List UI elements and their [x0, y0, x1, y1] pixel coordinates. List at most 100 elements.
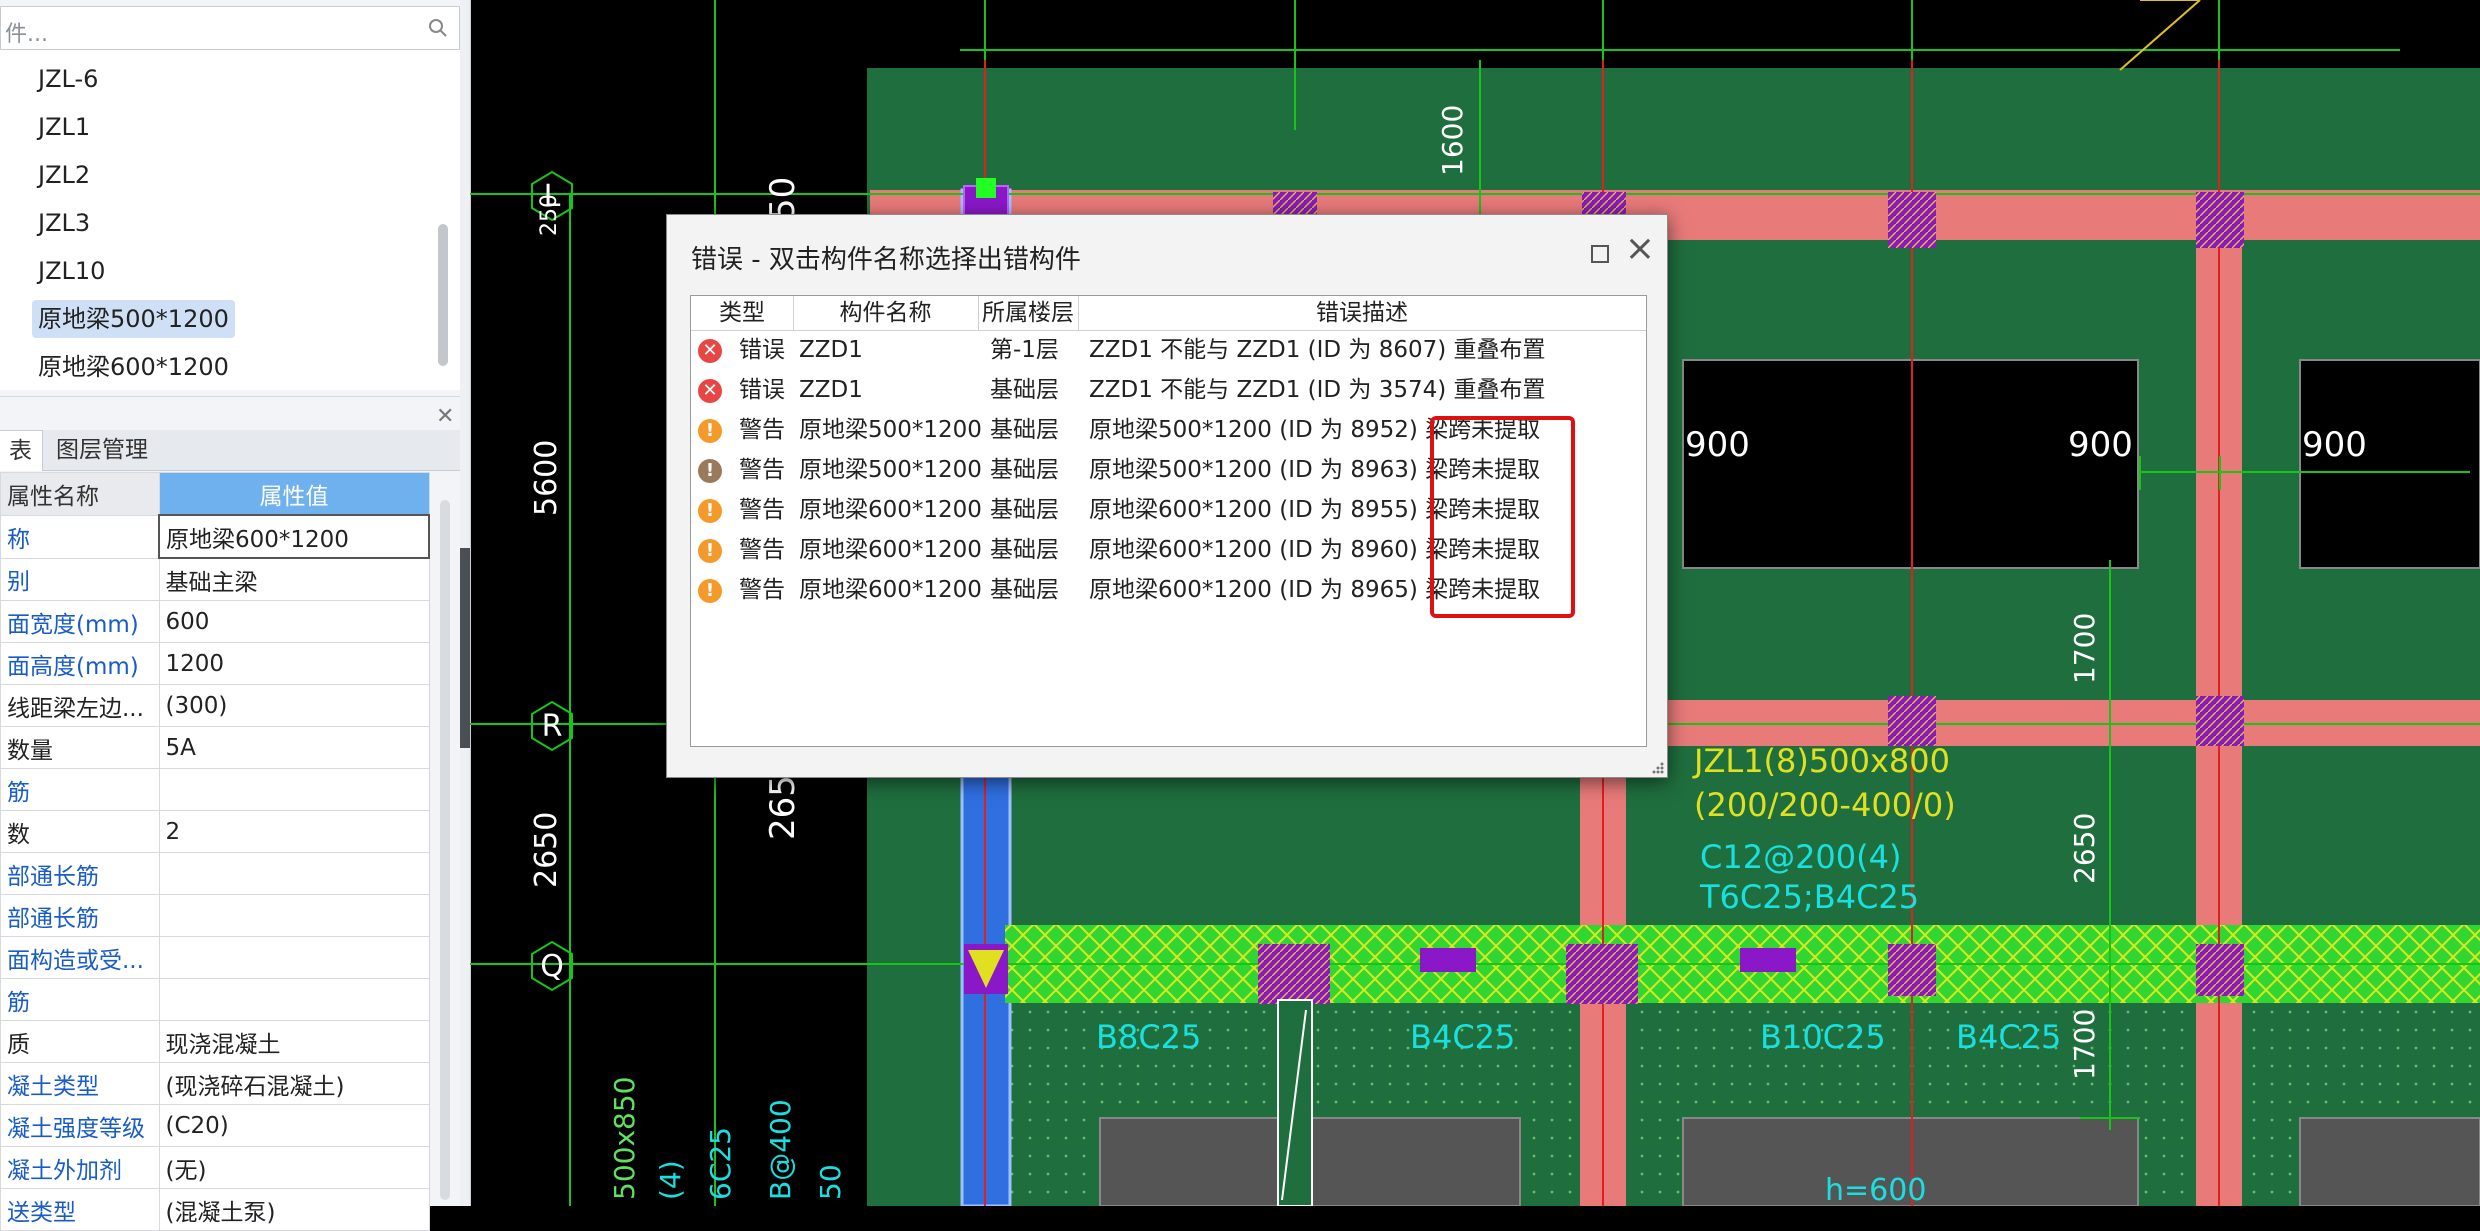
- prop-value[interactable]: [158, 978, 430, 1021]
- close-icon[interactable]: ✕: [436, 404, 454, 429]
- prop-name: 筋: [0, 768, 160, 811]
- rebar-label: B4C25: [1956, 1018, 2061, 1056]
- column[interactable]: [1740, 948, 1796, 972]
- row-component-name[interactable]: 原地梁600*1200: [799, 570, 982, 610]
- dim-text: 1700: [2068, 613, 2101, 684]
- tab-properties[interactable]: 表: [0, 430, 43, 471]
- list-header: 类型 构件名称 所属楼层 错误描述: [691, 296, 1646, 331]
- prop-value[interactable]: 5A: [158, 726, 430, 769]
- tree-item[interactable]: JZL10: [32, 252, 111, 290]
- search-icon[interactable]: [427, 17, 449, 39]
- row-floor: 基础层: [990, 417, 1059, 443]
- tree-item[interactable]: JZL3: [32, 204, 96, 242]
- warning-icon: !: [698, 459, 722, 483]
- row-floor: 基础层: [990, 577, 1059, 603]
- row-floor: 基础层: [990, 537, 1059, 563]
- row-floor: 基础层: [990, 457, 1059, 483]
- beam-label: (200/200-400/0): [1694, 786, 1956, 824]
- prop-name: 部通长筋: [0, 852, 160, 895]
- row-component-name[interactable]: ZZD1: [799, 330, 863, 370]
- warning-icon: !: [698, 419, 722, 443]
- column-header-desc[interactable]: 错误描述: [1078, 296, 1646, 330]
- row-type: 警告: [739, 537, 785, 563]
- column-header-floor[interactable]: 所属楼层: [978, 296, 1079, 330]
- error-row[interactable]: ✕ 错误 ZZD1 第-1层 ZZD1 不能与 ZZD1 (ID 为 8607)…: [691, 330, 1646, 370]
- component-search[interactable]: 件...: [0, 6, 460, 50]
- prop-value[interactable]: [158, 936, 430, 979]
- column-hatch: [2196, 696, 2244, 746]
- close-icon[interactable]: ×: [1625, 231, 1655, 267]
- row-type: 错误: [739, 377, 785, 403]
- prop-name: 质: [0, 1020, 160, 1063]
- grip-point[interactable]: [976, 178, 996, 198]
- dim-text: 250: [537, 194, 562, 236]
- panel-tabs: 表 图层管理: [0, 430, 460, 471]
- row-component-name[interactable]: 原地梁500*1200: [799, 410, 982, 450]
- prop-value-input[interactable]: 原地梁600*1200: [158, 514, 430, 559]
- cad-label: 50: [814, 1164, 847, 1200]
- prop-name: 数量: [0, 726, 160, 769]
- panel-splitter[interactable]: [460, 0, 470, 1206]
- warning-icon: !: [698, 579, 722, 603]
- prop-value[interactable]: (无): [158, 1146, 430, 1189]
- prop-name: 面宽度(mm): [0, 600, 160, 643]
- component-tree: JZL-6 JZL1 JZL2 JZL3 JZL10 原地梁500*1200 原…: [0, 50, 461, 390]
- prop-value[interactable]: [158, 894, 430, 937]
- row-component-name[interactable]: 原地梁500*1200: [799, 450, 982, 490]
- warning-icon: !: [698, 539, 722, 563]
- row-component-name[interactable]: 原地梁600*1200: [799, 490, 982, 530]
- prop-value[interactable]: 600: [158, 600, 430, 643]
- header-attr-value: 属性值: [158, 472, 430, 516]
- row-component-name[interactable]: 原地梁600*1200: [799, 530, 982, 570]
- header-attr-name: 属性名称: [0, 472, 160, 516]
- pit: [2299, 1117, 2480, 1206]
- beam-label: C12@200(4): [1700, 838, 1901, 876]
- row-type: 错误: [739, 337, 785, 363]
- column-header-name[interactable]: 构件名称: [793, 296, 979, 330]
- tree-item[interactable]: JZL2: [32, 156, 96, 194]
- splitter-grip[interactable]: [460, 548, 470, 748]
- prop-name: 凝土强度等级: [0, 1104, 160, 1147]
- dim-text: 2650: [529, 812, 564, 888]
- dim-text: 900: [2068, 425, 2133, 465]
- tree-scrollbar[interactable]: [438, 224, 448, 366]
- tree-item[interactable]: JZL1: [32, 108, 96, 146]
- resize-grip-icon[interactable]: [1649, 759, 1665, 775]
- tab-layer-manager[interactable]: 图层管理: [46, 430, 158, 470]
- dim-text: 1700: [2068, 1009, 2101, 1080]
- prop-value[interactable]: [158, 768, 430, 811]
- cad-label: B@400: [764, 1099, 797, 1200]
- column-hatch: [1888, 944, 1936, 996]
- prop-value[interactable]: 基础主梁: [158, 557, 430, 601]
- grid-label: R: [542, 709, 563, 744]
- dim-text: 900: [1685, 425, 1750, 465]
- column-header-type[interactable]: 类型: [691, 296, 794, 330]
- tree-item-selected[interactable]: 原地梁500*1200: [32, 300, 235, 338]
- prop-value[interactable]: 1200: [158, 642, 430, 685]
- tree-item[interactable]: JZL-6: [32, 60, 104, 98]
- prop-value[interactable]: (现浇碎石混凝土): [158, 1062, 430, 1105]
- prop-value[interactable]: [158, 852, 430, 895]
- prop-value[interactable]: 现浇混凝土: [158, 1020, 430, 1063]
- prop-value[interactable]: (C20): [158, 1104, 430, 1147]
- maximize-icon[interactable]: [1591, 245, 1609, 263]
- property-scrollbar[interactable]: [440, 500, 450, 1200]
- search-input[interactable]: 件...: [5, 16, 48, 48]
- cad-label: 6C25: [704, 1127, 737, 1200]
- dim-text: 900: [2302, 425, 2367, 465]
- prop-name: 称: [0, 514, 160, 559]
- rebar-label: B4C25: [1410, 1018, 1515, 1056]
- cad-label: 500x850: [608, 1077, 641, 1200]
- row-component-name[interactable]: ZZD1: [799, 370, 863, 410]
- row-description: ZZD1 不能与 ZZD1 (ID 为 3574) 重叠布置: [1089, 377, 1546, 403]
- error-icon: ✕: [698, 379, 722, 403]
- beam-label: T6C25;B4C25: [1699, 878, 1919, 916]
- prop-value[interactable]: 2: [158, 810, 430, 853]
- prop-value[interactable]: (混凝土泵): [158, 1188, 430, 1231]
- tree-item[interactable]: 原地梁600*1200: [32, 348, 235, 386]
- column[interactable]: [1420, 948, 1476, 972]
- prop-name: 线距梁左边...: [0, 684, 160, 727]
- prop-value[interactable]: (300): [158, 684, 430, 727]
- highlight-box: [1430, 416, 1575, 618]
- error-row[interactable]: ✕ 错误 ZZD1 基础层 ZZD1 不能与 ZZD1 (ID 为 3574) …: [691, 370, 1646, 410]
